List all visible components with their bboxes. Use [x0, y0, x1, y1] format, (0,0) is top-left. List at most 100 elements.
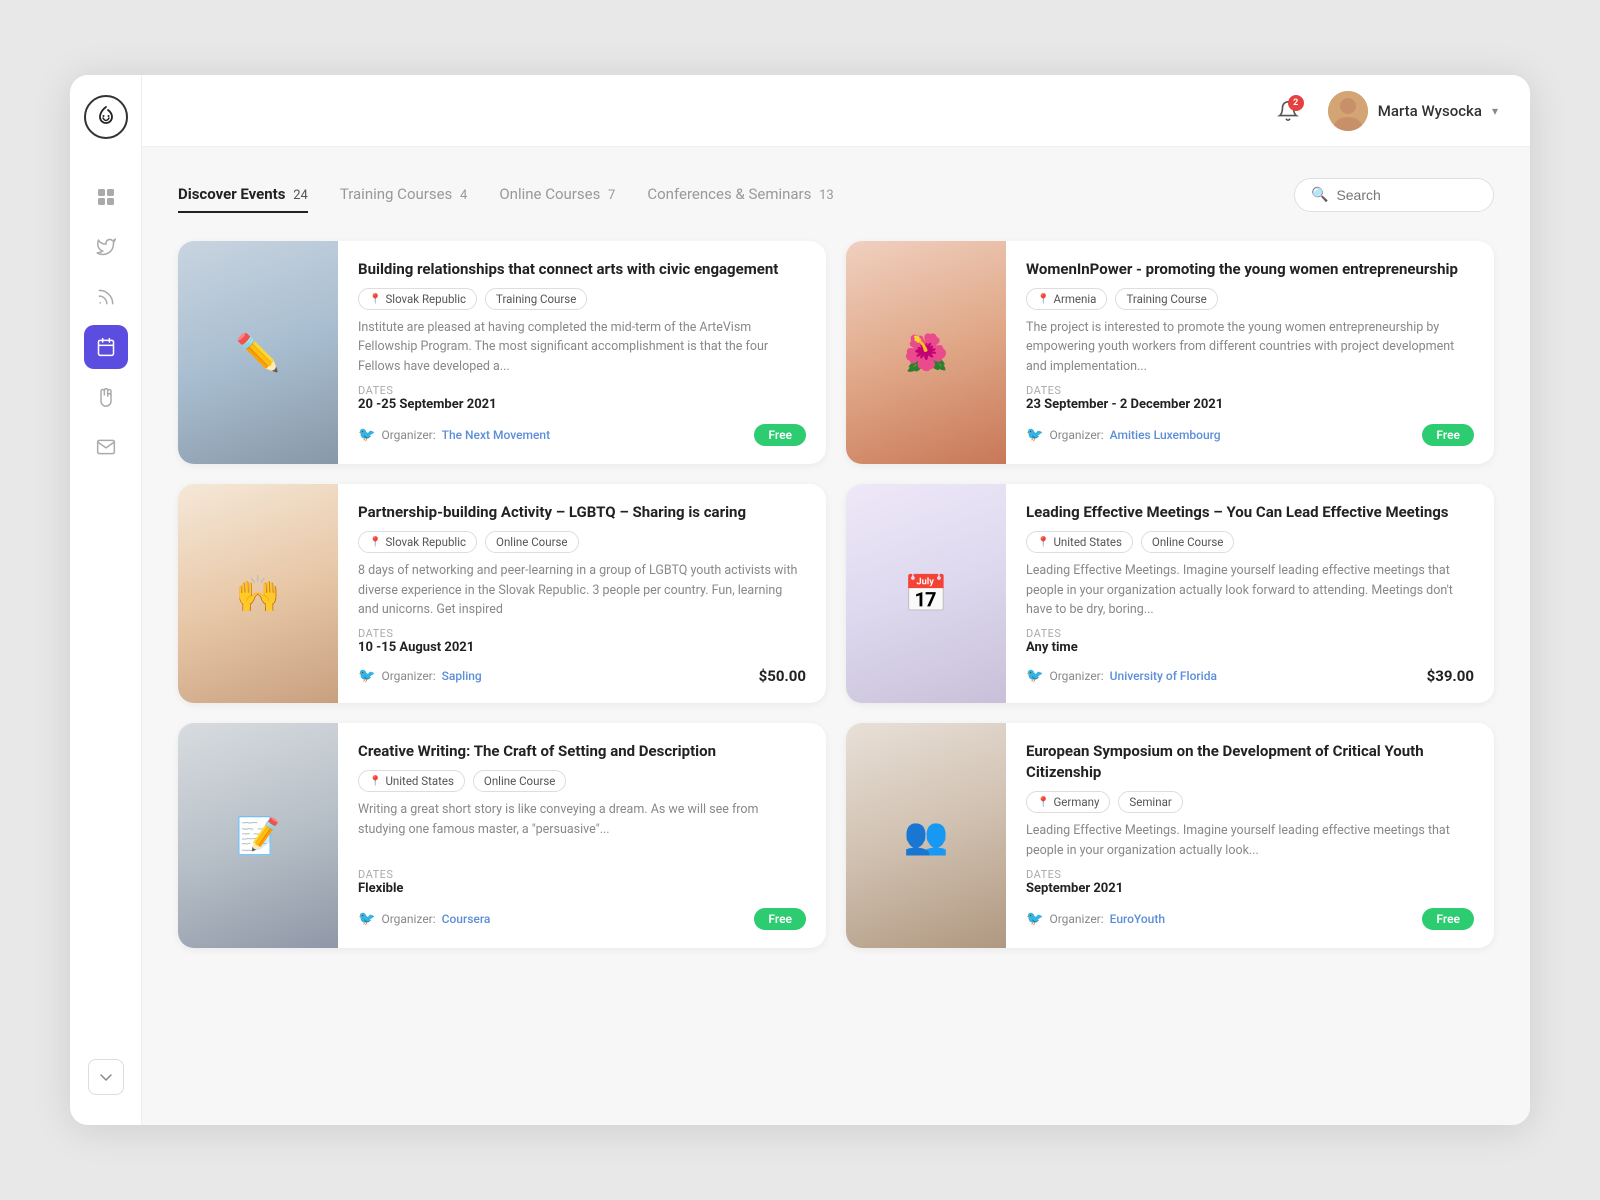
card-dates: Any time — [1026, 640, 1474, 655]
sidebar-item-dashboard[interactable] — [84, 175, 128, 219]
card-footer: 🐦 Organizer: The Next Movement Free — [358, 424, 806, 446]
search-icon: 🔍 — [1311, 187, 1328, 203]
card-footer: 🐦 Organizer: EuroYouth Free — [1026, 908, 1474, 930]
card-footer: 🐦 Organizer: Coursera Free — [358, 908, 806, 930]
card-tags: Slovak Republic Online Course — [358, 531, 806, 553]
card-description: The project is interested to promote the… — [1026, 318, 1474, 376]
sidebar-item-messages[interactable] — [84, 425, 128, 469]
search-box[interactable]: 🔍 — [1294, 178, 1494, 212]
category-tag: Online Course — [485, 531, 578, 553]
search-input[interactable] — [1336, 187, 1477, 203]
tabs-row: Discover Events 24 Training Courses 4 On… — [178, 177, 1494, 213]
organizer-icon: 🐦 — [358, 427, 375, 443]
chevron-down-icon: ▾ — [1492, 104, 1498, 118]
card-dates: September 2021 — [1026, 881, 1474, 896]
sidebar-item-events[interactable] — [84, 325, 128, 369]
card-tags: Armenia Training Course — [1026, 288, 1474, 310]
tabs-list: Discover Events 24 Training Courses 4 On… — [178, 177, 1294, 213]
content-area: Discover Events 24 Training Courses 4 On… — [142, 147, 1530, 1125]
event-card-card4[interactable]: 📅 Leading Effective Meetings – You Can L… — [846, 484, 1494, 703]
organizer-icon: 🐦 — [358, 911, 375, 927]
dates-label: Dates — [358, 868, 806, 881]
organizer-link[interactable]: University of Florida — [1110, 669, 1217, 683]
location-tag: Germany — [1026, 791, 1110, 813]
app-logo — [84, 95, 128, 139]
location-tag: United States — [358, 770, 465, 792]
topbar: 2 Marta Wysocka ▾ — [142, 75, 1530, 147]
card-tags: United States Online Course — [358, 770, 806, 792]
dates-label: Dates — [358, 384, 806, 397]
card-dates: 20 -25 September 2021 — [358, 397, 806, 412]
event-card-card1[interactable]: ✏️ Building relationships that connect a… — [178, 241, 826, 464]
sidebar-item-social[interactable] — [84, 225, 128, 269]
price-badge: Free — [754, 424, 806, 446]
card-body: Creative Writing: The Craft of Setting a… — [338, 723, 826, 948]
event-card-card6[interactable]: 👥 European Symposium on the Development … — [846, 723, 1494, 948]
location-tag: Armenia — [1026, 288, 1107, 310]
card-title: Building relationships that connect arts… — [358, 259, 806, 280]
card-tags: Germany Seminar — [1026, 791, 1474, 813]
organizer-link[interactable]: Coursera — [442, 912, 491, 926]
price-badge: Free — [754, 908, 806, 930]
card-dates: Flexible — [358, 881, 806, 896]
card-body: Building relationships that connect arts… — [338, 241, 826, 464]
event-card-card2[interactable]: 🌺 WomenInPower - promoting the young wom… — [846, 241, 1494, 464]
sidebar-item-gestures[interactable] — [84, 375, 128, 419]
organizer-icon: 🐦 — [1026, 911, 1043, 927]
organizer-icon: 🐦 — [1026, 668, 1043, 684]
card-title: Partnership-building Activity – LGBTQ – … — [358, 502, 806, 523]
cards-grid: ✏️ Building relationships that connect a… — [178, 241, 1494, 948]
dates-label: Dates — [358, 627, 806, 640]
category-tag: Online Course — [473, 770, 566, 792]
card-body: Leading Effective Meetings – You Can Lea… — [1006, 484, 1494, 703]
price-value: $39.00 — [1427, 667, 1474, 685]
organizer-icon: 🐦 — [358, 668, 375, 684]
tab-online-courses[interactable]: Online Courses 7 — [499, 177, 615, 213]
card-dates: 10 -15 August 2021 — [358, 640, 806, 655]
avatar — [1328, 91, 1368, 131]
card-description: Leading Effective Meetings. Imagine your… — [1026, 561, 1474, 619]
tab-training-courses[interactable]: Training Courses 4 — [340, 177, 468, 213]
location-tag: Slovak Republic — [358, 531, 477, 553]
location-tag: United States — [1026, 531, 1133, 553]
card-organizer: 🐦 Organizer: Coursera — [358, 911, 490, 927]
card-tags: United States Online Course — [1026, 531, 1474, 553]
organizer-link[interactable]: EuroYouth — [1110, 912, 1165, 926]
notifications-bell[interactable]: 2 — [1268, 91, 1308, 131]
main-content: 2 Marta Wysocka ▾ Disc — [142, 75, 1530, 1125]
organizer-icon: 🐦 — [1026, 427, 1043, 443]
price-badge: Free — [1422, 908, 1474, 930]
category-tag: Training Course — [1115, 288, 1217, 310]
sidebar — [70, 75, 142, 1125]
card-tags: Slovak Republic Training Course — [358, 288, 806, 310]
event-card-card5[interactable]: 📝 Creative Writing: The Craft of Setting… — [178, 723, 826, 948]
card-description: 8 days of networking and peer-learning i… — [358, 561, 806, 619]
event-card-card3[interactable]: 🙌 Partnership-building Activity – LGBTQ … — [178, 484, 826, 703]
tab-conferences[interactable]: Conferences & Seminars 13 — [647, 177, 833, 213]
sidebar-expand-section — [88, 1059, 124, 1095]
organizer-link[interactable]: The Next Movement — [442, 428, 550, 442]
card-description: Writing a great short story is like conv… — [358, 800, 806, 860]
sidebar-item-feed[interactable] — [84, 275, 128, 319]
card-title: Leading Effective Meetings – You Can Lea… — [1026, 502, 1474, 523]
user-menu[interactable]: Marta Wysocka ▾ — [1328, 91, 1498, 131]
organizer-link[interactable]: Amities Luxembourg — [1110, 428, 1221, 442]
card-image: ✏️ — [178, 241, 338, 464]
price-value: $50.00 — [759, 667, 806, 685]
expand-button[interactable] — [88, 1059, 124, 1095]
card-footer: 🐦 Organizer: Amities Luxembourg Free — [1026, 424, 1474, 446]
category-tag: Training Course — [485, 288, 587, 310]
card-dates: 23 September - 2 December 2021 — [1026, 397, 1474, 412]
price-badge: Free — [1422, 424, 1474, 446]
card-description: Institute are pleased at having complete… — [358, 318, 806, 376]
dates-label: Dates — [1026, 868, 1474, 881]
card-organizer: 🐦 Organizer: University of Florida — [1026, 668, 1217, 684]
organizer-link[interactable]: Sapling — [442, 669, 482, 683]
card-image: 🌺 — [846, 241, 1006, 464]
card-organizer: 🐦 Organizer: Sapling — [358, 668, 482, 684]
card-body: European Symposium on the Development of… — [1006, 723, 1494, 948]
user-name: Marta Wysocka — [1378, 102, 1482, 120]
card-footer: 🐦 Organizer: University of Florida $39.0… — [1026, 667, 1474, 685]
card-title: European Symposium on the Development of… — [1026, 741, 1474, 783]
tab-discover-events[interactable]: Discover Events 24 — [178, 177, 308, 213]
